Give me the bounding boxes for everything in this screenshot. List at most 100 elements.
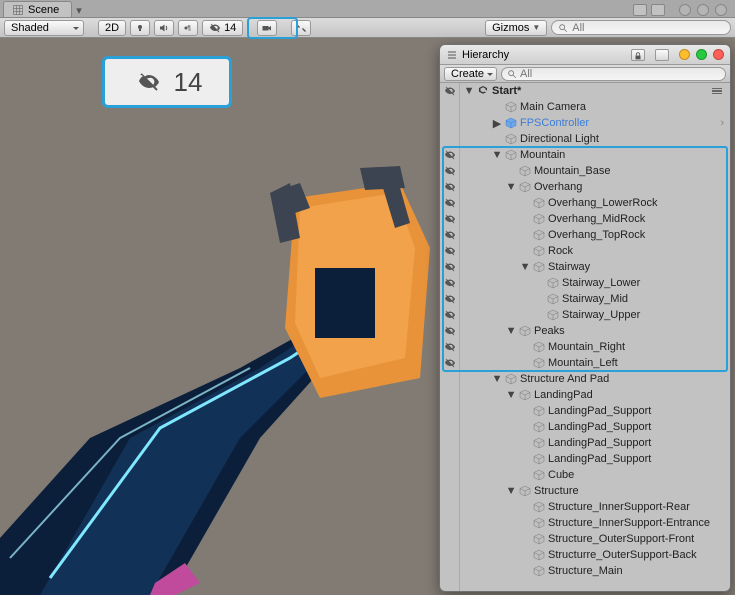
visibility-toggle[interactable] — [440, 307, 460, 323]
scene-search-input[interactable]: All — [551, 20, 731, 35]
foldout-icon[interactable]: ▼ — [506, 325, 516, 337]
minimize-dot[interactable] — [679, 49, 690, 60]
visibility-toggle[interactable] — [440, 355, 460, 371]
visibility-toggle[interactable] — [440, 83, 460, 99]
visibility-toggle[interactable] — [440, 99, 460, 115]
hierarchy-item[interactable]: ▶ FPSController › — [440, 115, 730, 131]
toggle-fx-button[interactable] — [178, 20, 198, 36]
hierarchy-item[interactable]: ▶ Overhang_TopRock — [440, 227, 730, 243]
visibility-toggle[interactable] — [440, 419, 460, 435]
hierarchy-item[interactable]: ▶ Structurre_OuterSupport-Back — [440, 547, 730, 563]
foldout-icon[interactable]: ▼ — [506, 485, 516, 497]
foldout-icon[interactable]: ▼ — [520, 261, 530, 273]
hierarchy-item[interactable]: ▼ Peaks — [440, 323, 730, 339]
visibility-toggle[interactable] — [440, 131, 460, 147]
hierarchy-lock-button[interactable] — [631, 49, 645, 61]
visibility-toggle[interactable] — [440, 371, 460, 387]
foldout-icon[interactable]: ▼ — [464, 85, 474, 97]
hierarchy-item[interactable]: ▼ LandingPad — [440, 387, 730, 403]
hierarchy-item[interactable]: ▼ Stairway — [440, 259, 730, 275]
hierarchy-item[interactable]: ▶ Cube — [440, 467, 730, 483]
scene-tab[interactable]: Scene — [3, 1, 72, 17]
hierarchy-item[interactable]: ▶ Mountain_Left — [440, 355, 730, 371]
visibility-toggle[interactable] — [440, 531, 460, 547]
toggle-lighting-button[interactable] — [130, 20, 150, 36]
visibility-toggle[interactable] — [440, 387, 460, 403]
close-dot[interactable] — [713, 49, 724, 60]
hierarchy-item[interactable]: ▶ Overhang_MidRock — [440, 211, 730, 227]
hierarchy-item[interactable]: ▼ Structure — [440, 483, 730, 499]
visibility-toggle[interactable] — [440, 259, 460, 275]
hierarchy-item[interactable]: ▶ Structure_Main — [440, 563, 730, 579]
tab-menu-icon[interactable]: ▾ — [76, 4, 82, 17]
hierarchy-item[interactable]: ▼ Structure And Pad — [440, 371, 730, 387]
foldout-icon[interactable]: ▶ — [492, 117, 502, 130]
visibility-toggle[interactable] — [440, 467, 460, 483]
visibility-toggle[interactable] — [440, 323, 460, 339]
visibility-toggle[interactable] — [440, 499, 460, 515]
visibility-toggle[interactable] — [440, 403, 460, 419]
panel-menu-toggle[interactable] — [651, 4, 665, 16]
hierarchy-item[interactable]: ▶ LandingPad_Support — [440, 419, 730, 435]
hierarchy-item-label: Structure_InnerSupport-Rear — [548, 501, 690, 513]
gizmos-dropdown[interactable]: Gizmos▼ — [485, 20, 547, 36]
gameobject-icon — [547, 309, 559, 321]
toggle-2d-button[interactable]: 2D — [98, 20, 126, 36]
hierarchy-item[interactable]: ▶ LandingPad_Support — [440, 435, 730, 451]
foldout-icon[interactable]: ▼ — [506, 181, 516, 193]
hierarchy-item[interactable]: ▼ Mountain — [440, 147, 730, 163]
visibility-toggle[interactable] — [440, 163, 460, 179]
hierarchy-create-dropdown[interactable]: Create — [444, 67, 497, 81]
visibility-toggle[interactable] — [440, 195, 460, 211]
visibility-toggle[interactable] — [440, 339, 460, 355]
visibility-toggle[interactable] — [440, 147, 460, 163]
hierarchy-item[interactable]: ▶ LandingPad_Support — [440, 403, 730, 419]
hierarchy-item[interactable]: ▼ Overhang — [440, 179, 730, 195]
hidden-objects-button[interactable]: 14 — [202, 20, 243, 36]
foldout-icon[interactable]: ▼ — [492, 373, 502, 385]
scene-row-menu[interactable] — [712, 88, 724, 95]
visibility-toggle[interactable] — [440, 547, 460, 563]
visibility-toggle[interactable] — [440, 515, 460, 531]
hierarchy-item[interactable]: ▶ Structure_OuterSupport-Front — [440, 531, 730, 547]
visibility-toggle[interactable] — [440, 179, 460, 195]
hierarchy-search-input[interactable]: All — [501, 67, 726, 81]
visibility-toggle[interactable] — [440, 243, 460, 259]
visibility-toggle[interactable] — [440, 291, 460, 307]
scene-tools-button[interactable] — [291, 20, 311, 36]
hierarchy-item[interactable]: ▶ Structure_InnerSupport-Rear — [440, 499, 730, 515]
foldout-icon[interactable]: ▼ — [492, 149, 502, 161]
hierarchy-item[interactable]: ▶ Stairway_Upper — [440, 307, 730, 323]
panel-lock-toggle[interactable] — [633, 4, 647, 16]
visibility-toggle[interactable] — [440, 451, 460, 467]
hierarchy-item[interactable]: ▶ Stairway_Lower — [440, 275, 730, 291]
hierarchy-item[interactable]: ▶ Overhang_LowerRock — [440, 195, 730, 211]
visibility-toggle[interactable] — [440, 227, 460, 243]
visibility-toggle[interactable] — [440, 275, 460, 291]
hierarchy-item[interactable]: ▶ Rock — [440, 243, 730, 259]
hierarchy-item[interactable]: ▶ Mountain_Right — [440, 339, 730, 355]
hierarchy-item[interactable]: ▶ Mountain_Base — [440, 163, 730, 179]
shading-mode-dropdown[interactable]: Shaded — [4, 20, 84, 36]
visibility-toggle[interactable] — [440, 483, 460, 499]
window-dot[interactable] — [679, 4, 691, 16]
hierarchy-item[interactable]: ▶ Directional Light — [440, 131, 730, 147]
visibility-toggle[interactable] — [440, 115, 460, 131]
visibility-toggle[interactable] — [440, 435, 460, 451]
toggle-audio-button[interactable] — [154, 20, 174, 36]
hierarchy-menu-button[interactable] — [655, 49, 669, 61]
foldout-icon[interactable]: ▼ — [506, 389, 516, 401]
hierarchy-item[interactable]: ▶ Main Camera — [440, 99, 730, 115]
hierarchy-item[interactable]: ▶ Structure_InnerSupport-Entrance — [440, 515, 730, 531]
visibility-toggle[interactable] — [440, 211, 460, 227]
hierarchy-titlebar[interactable]: Hierarchy — [440, 45, 730, 65]
scene-root-label: Start* — [492, 85, 521, 97]
window-dot[interactable] — [697, 4, 709, 16]
hierarchy-item[interactable]: ▶ LandingPad_Support — [440, 451, 730, 467]
hierarchy-scene-row[interactable]: ▼ Start* — [440, 83, 730, 99]
window-dot[interactable] — [715, 4, 727, 16]
visibility-toggle[interactable] — [440, 563, 460, 579]
zoom-dot[interactable] — [696, 49, 707, 60]
scene-camera-button[interactable] — [257, 20, 277, 36]
hierarchy-item[interactable]: ▶ Stairway_Mid — [440, 291, 730, 307]
